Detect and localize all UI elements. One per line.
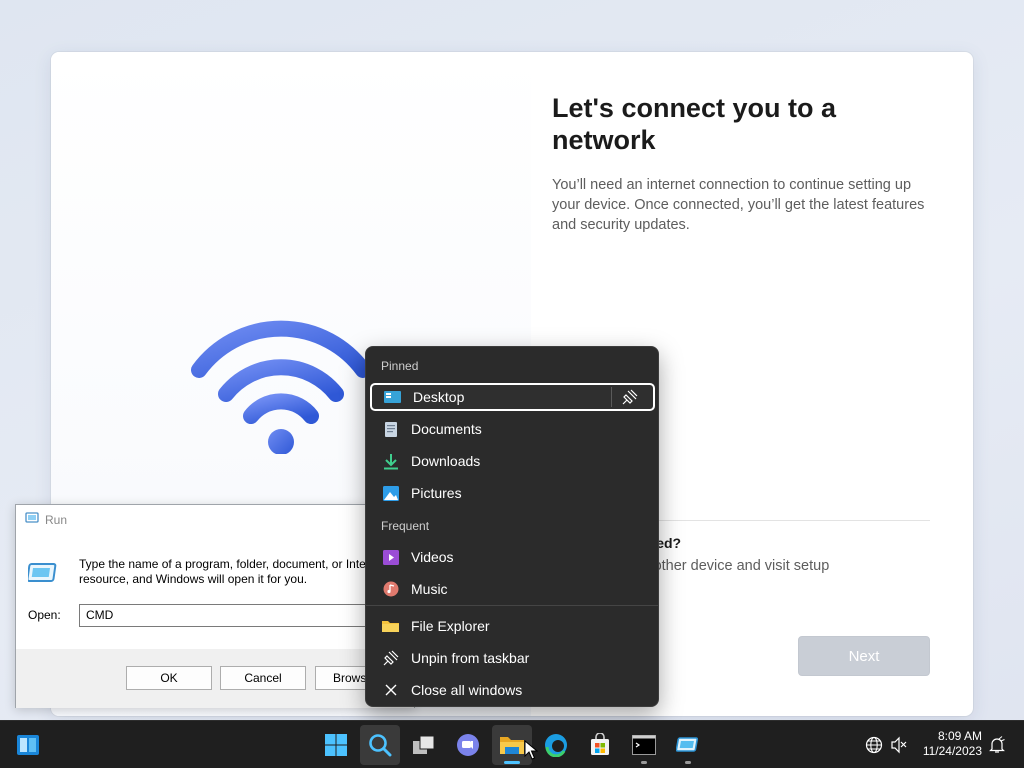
music-icon xyxy=(382,581,399,598)
folder-icon xyxy=(500,737,524,754)
mouse-cursor-icon xyxy=(524,740,538,760)
pictures-icon xyxy=(382,485,399,502)
run-title: Run xyxy=(45,512,68,527)
jumplist-item-music[interactable]: Music xyxy=(370,575,655,603)
search-icon xyxy=(369,734,392,757)
widgets-icon xyxy=(17,735,39,755)
unpin-icon[interactable] xyxy=(611,387,647,407)
clock-date: 11/24/2023 xyxy=(922,744,982,758)
run-titlebar[interactable]: Run xyxy=(16,505,414,534)
page-description: You’ll need an internet connection to co… xyxy=(552,177,925,233)
open-input[interactable]: CMD xyxy=(79,604,409,627)
chat-button[interactable] xyxy=(448,725,488,765)
running-indicator xyxy=(641,761,647,764)
running-indicator xyxy=(685,761,691,764)
language-globe-icon[interactable] xyxy=(864,735,884,755)
jumplist-item-label: Desktop xyxy=(413,389,465,405)
run-body: Type the name of a program, folder, docu… xyxy=(16,534,414,649)
volume-muted-icon[interactable] xyxy=(889,735,909,755)
run-description: Type the name of a program, folder, docu… xyxy=(79,557,387,586)
jumplist-item-label: File Explorer xyxy=(411,618,490,634)
active-indicator xyxy=(504,761,520,764)
ok-button[interactable]: OK xyxy=(126,666,212,690)
edge-icon xyxy=(545,734,567,757)
wifi-icon xyxy=(191,320,371,454)
system-clock[interactable]: 8:09 AM 11/24/2023 xyxy=(918,729,982,759)
jumplist-item-label: Videos xyxy=(411,549,454,565)
run-footer: OK Cancel Browse... xyxy=(16,649,414,708)
file-explorer-jumplist: Pinned Desktop Documents Downloads Pictu… xyxy=(365,346,659,707)
desktop-icon xyxy=(384,389,401,406)
jumplist-item-label: Close all windows xyxy=(411,682,523,698)
run-icon xyxy=(676,737,699,752)
jumplist-item-label: Documents xyxy=(411,421,482,437)
store-button[interactable] xyxy=(580,725,620,765)
run-dialog: Run Type the name of a program, folder, … xyxy=(15,504,415,708)
run-program-icon xyxy=(26,561,58,590)
close-icon xyxy=(382,682,399,699)
jumplist-item-label: Downloads xyxy=(411,453,481,469)
documents-icon xyxy=(382,421,399,438)
frequent-header: Frequent xyxy=(381,519,430,533)
open-label: Open: xyxy=(28,608,61,622)
chat-icon xyxy=(457,734,479,756)
windows-icon xyxy=(325,734,347,756)
jumplist-item-desktop[interactable]: Desktop xyxy=(370,383,655,411)
edge-button[interactable] xyxy=(536,725,576,765)
jumplist-separator xyxy=(366,605,658,606)
widgets-button[interactable] xyxy=(8,725,48,765)
run-taskbar-button[interactable] xyxy=(668,725,708,765)
jumplist-item-file-explorer[interactable]: File Explorer xyxy=(370,612,655,640)
videos-icon xyxy=(382,549,399,566)
jumplist-item-downloads[interactable]: Downloads xyxy=(370,447,655,475)
pinned-header: Pinned xyxy=(381,359,419,373)
search-button[interactable] xyxy=(360,725,400,765)
jumplist-item-pictures[interactable]: Pictures xyxy=(370,479,655,507)
taskbar: 8:09 AM 11/24/2023 xyxy=(0,720,1024,768)
downloads-icon xyxy=(382,453,399,470)
notification-bell-icon[interactable] xyxy=(987,735,1007,755)
file-explorer-icon xyxy=(382,618,399,635)
run-app-icon xyxy=(25,512,39,527)
clock-time: 8:09 AM xyxy=(937,729,982,743)
store-icon xyxy=(591,733,609,755)
jumplist-item-documents[interactable]: Documents xyxy=(370,415,655,443)
jumplist-item-videos[interactable]: Videos xyxy=(370,543,655,571)
jumplist-item-label: Music xyxy=(411,581,448,597)
terminal-icon xyxy=(632,735,656,755)
page-title: Let's connect you to a network xyxy=(552,93,836,155)
terminal-button[interactable] xyxy=(624,725,664,765)
unpin-icon xyxy=(382,650,399,667)
task-view-button[interactable] xyxy=(404,725,444,765)
next-button[interactable]: Next xyxy=(798,636,930,676)
start-button[interactable] xyxy=(316,725,356,765)
task-view-icon xyxy=(413,735,435,754)
cancel-button[interactable]: Cancel xyxy=(220,666,306,690)
jumplist-item-close-all[interactable]: Close all windows xyxy=(370,676,655,704)
jumplist-item-label: Unpin from taskbar xyxy=(411,650,530,666)
jumplist-item-unpin[interactable]: Unpin from taskbar xyxy=(370,644,655,672)
jumplist-item-label: Pictures xyxy=(411,485,462,501)
